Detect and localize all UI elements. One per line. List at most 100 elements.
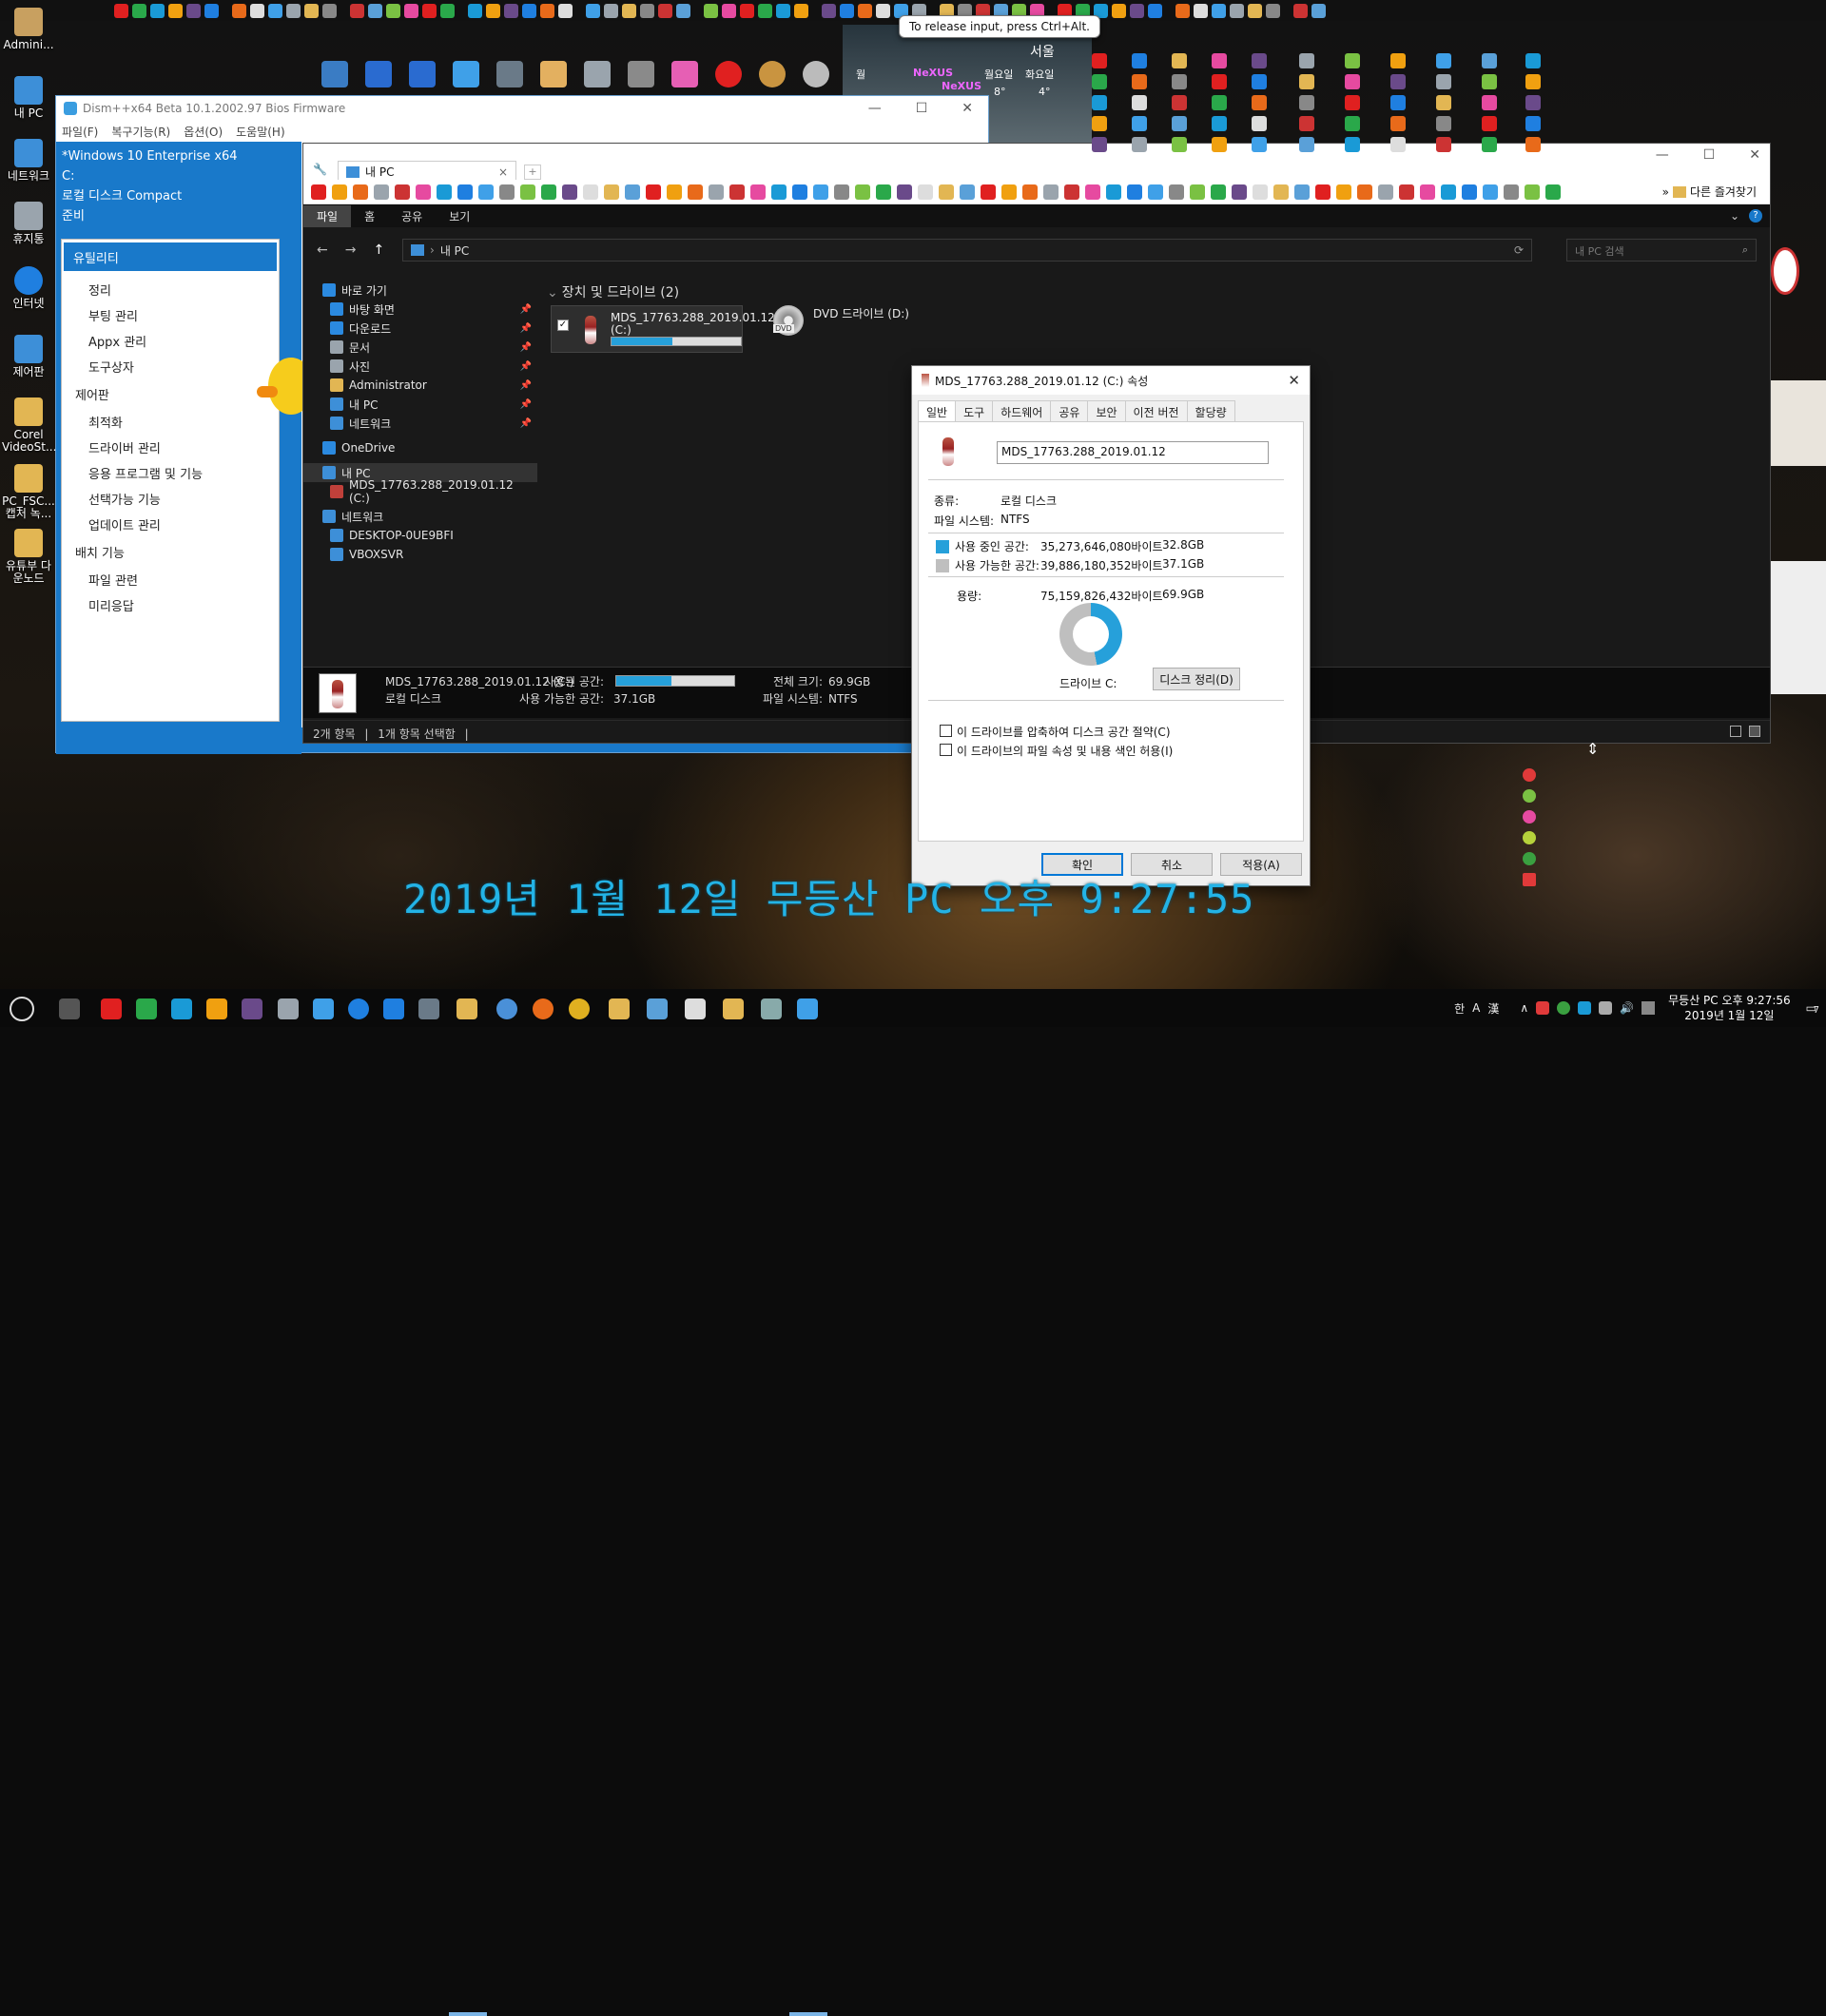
desktop-shortcut-icon[interactable] bbox=[1390, 53, 1406, 68]
quicklaunch-icon[interactable] bbox=[404, 3, 418, 18]
toolbar-app-icon[interactable] bbox=[855, 184, 870, 200]
toolbar-app-icon[interactable] bbox=[1504, 184, 1519, 200]
desktop-shortcut-icon[interactable] bbox=[1525, 74, 1541, 89]
section-deploy[interactable]: 배치 기능 bbox=[62, 537, 279, 567]
nav-item[interactable]: DESKTOP-0UE9BFI bbox=[303, 526, 537, 545]
tray-app-icon[interactable] bbox=[1536, 1001, 1550, 1015]
toolbar-app-icon[interactable] bbox=[499, 184, 515, 200]
address-input[interactable]: › 내 PC ⟳ bbox=[402, 239, 1532, 262]
quicklaunch-icon[interactable] bbox=[1230, 3, 1244, 18]
desktop-shortcut-icon[interactable] bbox=[1212, 53, 1227, 68]
ribbon-tab-home[interactable]: 홈 bbox=[351, 205, 388, 227]
tray-app-icon[interactable] bbox=[1578, 1001, 1592, 1015]
close-tab-icon[interactable]: × bbox=[498, 165, 508, 179]
desktop-shortcut-icon[interactable] bbox=[1172, 116, 1187, 131]
trash-icon[interactable] bbox=[584, 61, 611, 87]
quicklaunch-icon[interactable] bbox=[304, 3, 319, 18]
tab-previous-versions[interactable]: 이전 버전 bbox=[1124, 400, 1188, 423]
nav-item[interactable]: OneDrive bbox=[303, 438, 537, 457]
toolbar-app-icon[interactable] bbox=[1462, 184, 1477, 200]
quicklaunch-icon[interactable] bbox=[114, 3, 128, 18]
desktop-shortcut-icon[interactable] bbox=[1172, 53, 1187, 68]
volume-icon[interactable]: 🔊 bbox=[1620, 1001, 1634, 1015]
app-gray-icon[interactable] bbox=[278, 998, 299, 1019]
group-header-devices[interactable]: ⌄ 장치 및 드라이브 (2) bbox=[547, 282, 679, 301]
desktop-shortcut-icon[interactable] bbox=[1172, 137, 1187, 152]
quicklaunch-icon[interactable] bbox=[622, 3, 636, 18]
toolbar-app-icon[interactable] bbox=[604, 184, 619, 200]
details-view-icon[interactable] bbox=[1730, 726, 1741, 737]
up-arrow-icon[interactable]: ↑ bbox=[373, 242, 384, 258]
tab-tools[interactable]: 도구 bbox=[955, 400, 994, 423]
toolbar-app-icon[interactable] bbox=[1545, 184, 1561, 200]
undo-icon[interactable] bbox=[365, 61, 392, 87]
desktop-shortcut-icon[interactable] bbox=[1482, 116, 1497, 131]
tab-mypc[interactable]: 내 PC × bbox=[338, 161, 516, 182]
menu-help[interactable]: 도움말(H) bbox=[236, 124, 285, 140]
globe-icon[interactable] bbox=[628, 61, 654, 87]
nav-updates[interactable]: 업데이트 관리 bbox=[62, 512, 279, 537]
compress-checkbox[interactable] bbox=[940, 725, 952, 737]
toolbar-app-icon[interactable] bbox=[478, 184, 494, 200]
tray-app-icon[interactable] bbox=[1557, 1001, 1571, 1015]
desktop-shortcut-icon[interactable] bbox=[1092, 137, 1107, 152]
toolbar-app-icon[interactable] bbox=[1022, 184, 1038, 200]
chevron-up-icon[interactable]: ∧ bbox=[1520, 1001, 1528, 1015]
maximize-button[interactable]: ☐ bbox=[1703, 147, 1716, 163]
desktop-shortcut-icon[interactable] bbox=[1092, 74, 1107, 89]
power-icon[interactable] bbox=[206, 998, 227, 1019]
store-icon[interactable] bbox=[647, 998, 668, 1019]
folder-icon[interactable] bbox=[609, 998, 630, 1019]
desktop-icon-mypc[interactable]: 내 PC bbox=[2, 76, 55, 120]
ime-hangul[interactable]: 한 bbox=[1454, 1000, 1465, 1017]
close-button[interactable]: ✕ bbox=[1749, 147, 1760, 163]
toolbar-app-icon[interactable] bbox=[1148, 184, 1163, 200]
key-icon[interactable] bbox=[803, 61, 829, 87]
toolbar-app-icon[interactable] bbox=[395, 184, 410, 200]
drive-d-tile[interactable]: DVD DVD 드라이브 (D:) bbox=[773, 305, 909, 336]
help-icon[interactable]: ? bbox=[1749, 209, 1762, 223]
start-button[interactable] bbox=[10, 997, 34, 1021]
app-red-icon[interactable] bbox=[101, 998, 122, 1019]
file-explorer-icon[interactable] bbox=[456, 998, 477, 1019]
desktop-shortcut-icon[interactable] bbox=[1482, 137, 1497, 152]
desktop-shortcut-icon[interactable] bbox=[1172, 74, 1187, 89]
toolbar-app-icon[interactable] bbox=[457, 184, 473, 200]
monitor-icon[interactable] bbox=[496, 61, 523, 87]
nav-toolbox[interactable]: 도구상자 bbox=[62, 354, 279, 379]
quicklaunch-icon[interactable] bbox=[440, 3, 455, 18]
toolbar-app-icon[interactable] bbox=[562, 184, 577, 200]
quicklaunch-icon[interactable] bbox=[250, 3, 264, 18]
desktop-shortcut-icon[interactable] bbox=[1299, 74, 1314, 89]
app-green-icon[interactable] bbox=[1523, 789, 1536, 803]
quicklaunch-icon[interactable] bbox=[368, 3, 382, 18]
section-utility[interactable]: 유틸리티 bbox=[64, 242, 277, 271]
quicklaunch-icon[interactable] bbox=[858, 3, 872, 18]
toolbar-app-icon[interactable] bbox=[939, 184, 954, 200]
desktop-shortcut-icon[interactable] bbox=[1525, 95, 1541, 110]
desktop-icon-control-panel[interactable]: 제어판 bbox=[2, 335, 55, 378]
toolbar-app-icon[interactable] bbox=[1378, 184, 1393, 200]
gear-icon[interactable] bbox=[797, 998, 818, 1019]
notes-icon[interactable] bbox=[761, 998, 782, 1019]
toolbar-app-icon[interactable] bbox=[1085, 184, 1100, 200]
desktop-icon-pcfsc[interactable]: PC_FSC... 캡처 녹... bbox=[2, 464, 55, 520]
toolbar-app-icon[interactable] bbox=[876, 184, 891, 200]
drive-label-input[interactable]: MDS_17763.288_2019.01.12 bbox=[997, 441, 1269, 464]
quicklaunch-icon[interactable] bbox=[722, 3, 736, 18]
desktop-icon-youtube[interactable]: 유튜부 다운노드 bbox=[2, 529, 55, 585]
toolbar-app-icon[interactable] bbox=[750, 184, 766, 200]
tab-general[interactable]: 일반 bbox=[918, 400, 957, 423]
desktop-shortcut-icon[interactable] bbox=[1132, 95, 1147, 110]
toolbar-app-icon[interactable] bbox=[1483, 184, 1498, 200]
desktop-shortcut-icon[interactable] bbox=[1299, 53, 1314, 68]
desktop-icon-recycle[interactable]: 휴지통 bbox=[2, 202, 55, 245]
mail-icon[interactable] bbox=[685, 998, 706, 1019]
nav-item[interactable]: 바로 가기 bbox=[303, 281, 537, 300]
desktop-shortcut-icon[interactable] bbox=[1525, 53, 1541, 68]
folder-icon[interactable] bbox=[723, 998, 744, 1019]
menu-options[interactable]: 옵션(O) bbox=[184, 124, 223, 140]
menu-file[interactable]: 파일(F) bbox=[62, 124, 98, 140]
nexus-icon[interactable] bbox=[242, 998, 262, 1019]
quicklaunch-icon[interactable] bbox=[1293, 3, 1308, 18]
